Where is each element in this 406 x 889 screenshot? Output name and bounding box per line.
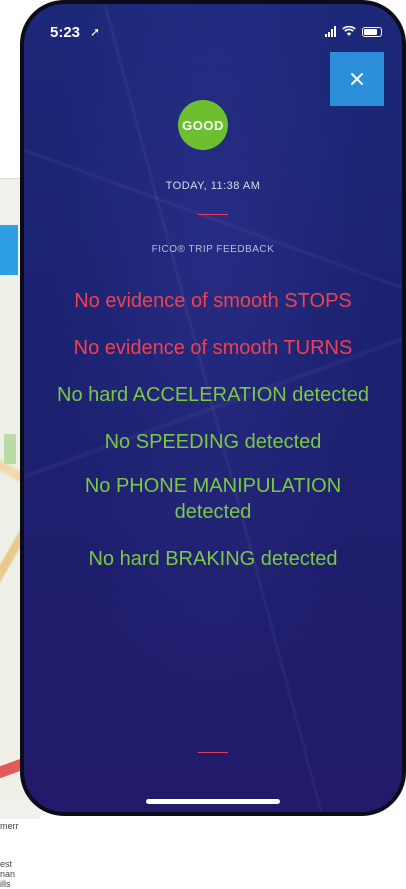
feedback-item-turns: No evidence of smooth TURNS bbox=[73, 337, 353, 359]
phone-frame: 5:23 ➚ GOOD TODAY, 11:38 AM FICO® TRIP F… bbox=[20, 0, 406, 816]
status-icons bbox=[325, 26, 382, 37]
feedback-list: No evidence of smooth STOPS No evidence … bbox=[54, 288, 372, 593]
background-map-text: ills bbox=[0, 879, 11, 889]
wifi-icon bbox=[342, 26, 356, 36]
battery-icon bbox=[362, 26, 382, 37]
close-button[interactable] bbox=[330, 52, 384, 106]
close-icon bbox=[351, 73, 363, 85]
divider-top bbox=[198, 214, 228, 215]
home-indicator[interactable] bbox=[146, 799, 280, 804]
feedback-item-stops: No evidence of smooth STOPS bbox=[74, 290, 352, 312]
trip-rating-badge: GOOD bbox=[178, 100, 228, 150]
feedback-item-phone: No PHONE MANIPULATION detected bbox=[84, 475, 342, 523]
background-map-text: est bbox=[0, 859, 13, 869]
divider-bottom bbox=[198, 752, 228, 753]
feedback-section-title: FICO® TRIP FEEDBACK bbox=[151, 244, 275, 255]
status-time: 5:23 bbox=[50, 24, 81, 41]
feedback-item-speeding: No SPEEDING detected bbox=[104, 431, 322, 453]
signal-icon bbox=[325, 26, 336, 37]
background-map-text: merr bbox=[0, 821, 19, 831]
background-map-text: nan bbox=[0, 869, 16, 879]
location-arrow-icon: ➚ bbox=[90, 25, 101, 39]
feedback-item-braking: No hard BRAKING detected bbox=[88, 548, 338, 570]
background-park bbox=[4, 434, 16, 464]
status-bar: 5:23 ➚ bbox=[24, 4, 402, 48]
background-header-bar bbox=[0, 225, 18, 275]
feedback-item-acceleration: No hard ACCELERATION detected bbox=[57, 384, 369, 406]
trip-feedback-screen: 5:23 ➚ GOOD TODAY, 11:38 AM FICO® TRIP F… bbox=[24, 4, 402, 812]
trip-timestamp: TODAY, 11:38 AM bbox=[165, 180, 261, 192]
